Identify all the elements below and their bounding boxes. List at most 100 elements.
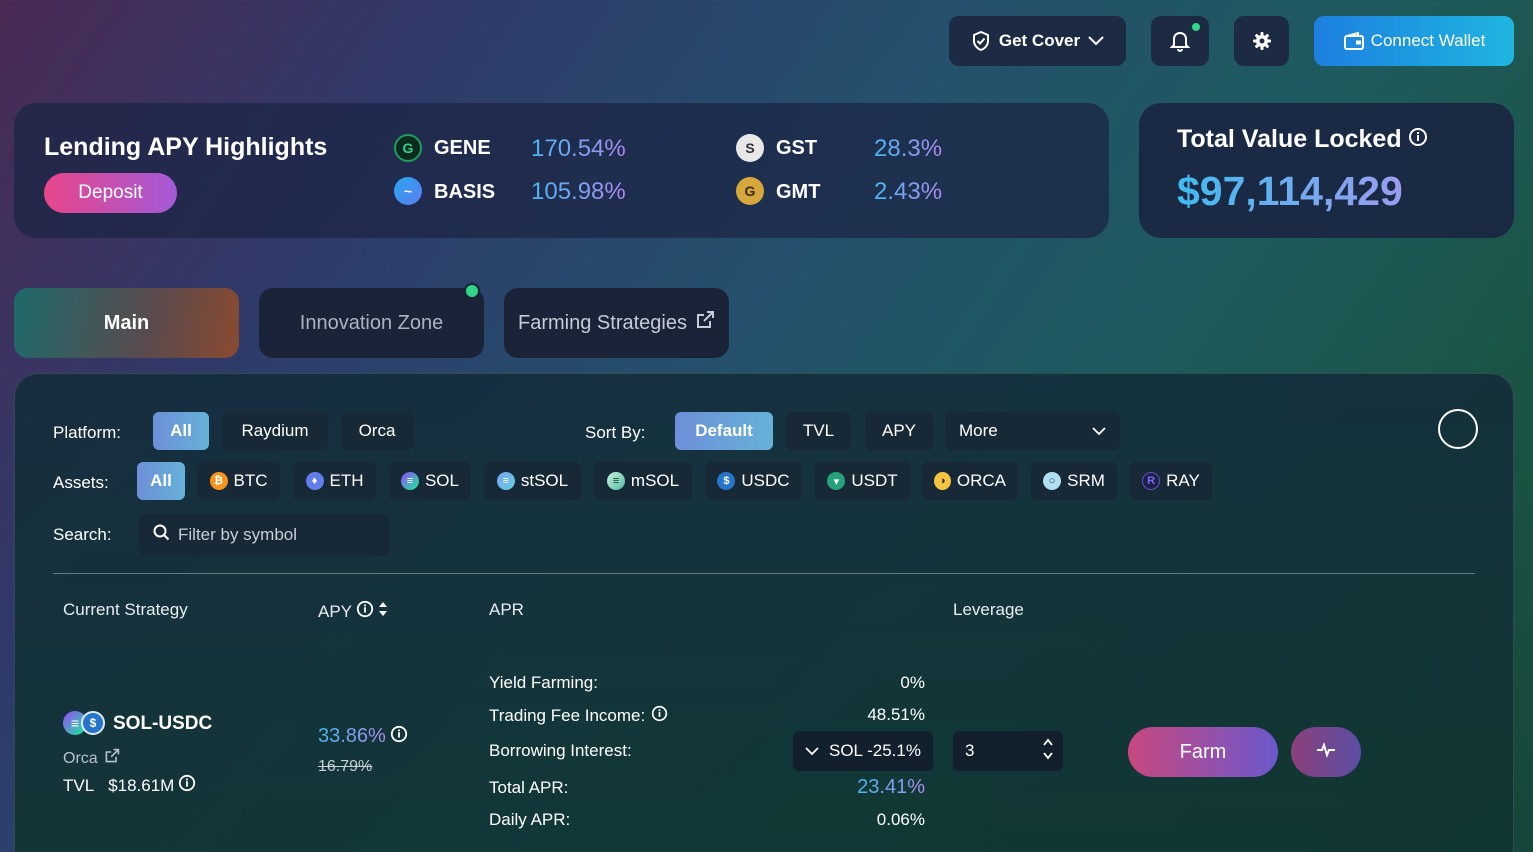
header-label: APR <box>489 600 524 619</box>
asset-label: stSOL <box>520 471 569 490</box>
apr-fee-label: Trading Fee Income: <box>489 706 646 725</box>
header-label: Leverage <box>953 600 1024 619</box>
info-icon[interactable] <box>1408 125 1428 154</box>
get-cover-label: Get Cover <box>998 31 1081 50</box>
sort-chip-apy[interactable]: APY <box>865 412 933 450</box>
eth-icon: ♦ <box>305 472 324 490</box>
strategy-platform: Orca <box>63 749 98 767</box>
search-placeholder: Filter by symbol <box>178 525 298 544</box>
analytics-button[interactable] <box>1291 727 1361 777</box>
asset-chip-usdc[interactable]: $ USDC <box>705 462 802 500</box>
header-apy[interactable]: APY <box>318 600 388 623</box>
new-indicator-dot <box>464 283 480 299</box>
token-symbol: GENE <box>434 137 491 159</box>
apr-yield-label: Yield Farming: <box>489 673 598 692</box>
asset-label: ORCA <box>956 471 1006 490</box>
pulse-icon <box>1316 741 1336 763</box>
asset-label: RAY <box>1166 471 1200 490</box>
lending-highlights-card: Lending APY Highlights Deposit G GENE 17… <box>14 103 1109 238</box>
search-input[interactable]: Filter by symbol <box>139 514 389 556</box>
asset-label: SOL <box>424 471 459 490</box>
tvl-title-row: Total Value Locked <box>1177 125 1428 154</box>
info-icon[interactable] <box>178 774 196 797</box>
platform-chip-orca[interactable]: Orca <box>341 412 413 450</box>
apy-old-value: 16.79% <box>318 758 373 775</box>
wallet-icon <box>1343 31 1365 51</box>
header-label: APY <box>318 601 353 621</box>
divider <box>53 573 1475 574</box>
asset-chip-ray[interactable]: R RAY <box>1130 462 1212 500</box>
asset-label: mSOL <box>630 471 680 490</box>
get-cover-button[interactable]: Get Cover <box>949 16 1126 66</box>
asset-chip-usdt[interactable]: ▾ USDT <box>815 462 910 500</box>
header-apr: APR <box>489 600 524 620</box>
deposit-button[interactable]: Deposit <box>44 173 177 213</box>
platform-chip-raydium[interactable]: Raydium <box>222 412 328 450</box>
tvl-card: Total Value Locked $97,114,429 <box>1139 103 1514 238</box>
token-apy: 2.43% <box>874 178 943 205</box>
info-icon[interactable] <box>356 600 374 623</box>
connect-wallet-button[interactable]: Connect Wallet <box>1314 16 1514 66</box>
info-icon[interactable] <box>651 705 668 727</box>
leverage-stepper[interactable]: 3 <box>953 731 1063 771</box>
external-link-icon <box>104 748 120 769</box>
notifications-button[interactable] <box>1151 16 1209 66</box>
info-icon[interactable] <box>390 725 408 748</box>
ray-icon: R <box>1142 472 1161 490</box>
asset-chip-btc[interactable]: ₿ BTC <box>197 462 280 500</box>
asset-chip-srm[interactable]: ○ SRM <box>1031 462 1117 500</box>
borrow-asset-select[interactable]: SOL -25.1% <box>793 731 933 771</box>
tab-main-label: Main <box>103 311 150 334</box>
btc-icon: ₿ <box>209 472 228 490</box>
asset-chip-all[interactable]: All <box>137 462 185 500</box>
tab-main[interactable]: Main <box>14 288 239 358</box>
notification-dot <box>1192 23 1200 31</box>
tab-farming-strategies[interactable]: Farming Strategies <box>504 288 729 358</box>
apr-daily-label: Daily APR: <box>489 810 571 829</box>
header-current-strategy: Current Strategy <box>63 600 188 620</box>
strategy-pair: SOL-USDC <box>113 713 213 734</box>
assets-label: Assets: <box>53 473 109 492</box>
apr-total-label: Total APR: <box>489 778 569 797</box>
sort-icon[interactable] <box>378 601 388 622</box>
header-leverage: Leverage <box>953 600 1024 620</box>
sort-more-select[interactable]: More <box>945 412 1120 450</box>
platform-chip-all[interactable]: All <box>153 412 209 450</box>
token-symbol: GMT <box>776 181 821 203</box>
asset-chip-orca[interactable]: ◑ ORCA <box>922 462 1018 500</box>
tab-innovation-zone[interactable]: Innovation Zone <box>259 283 484 358</box>
asset-label: USDC <box>741 471 790 490</box>
token-symbol: BASIS <box>434 181 496 203</box>
token-apy: 28.3% <box>874 135 943 162</box>
tvl-value: $97,114,429 <box>1177 168 1403 214</box>
refresh-spinner-icon[interactable] <box>1438 409 1478 449</box>
gmt-icon: G <box>736 177 764 205</box>
asset-chip-eth[interactable]: ♦ ETH <box>293 462 376 500</box>
farm-button[interactable]: Farm <box>1128 727 1278 777</box>
strategy-platform-link[interactable]: Orca <box>63 748 120 769</box>
highlights-title: Lending APY Highlights <box>44 133 328 161</box>
sort-chip-default[interactable]: Default <box>675 412 773 450</box>
chevron-down-icon <box>805 741 819 761</box>
sort-chip-tvl[interactable]: TVL <box>786 412 851 450</box>
asset-chip-stsol[interactable]: ≡ stSOL <box>484 462 581 500</box>
asset-chip-msol[interactable]: ≡ mSOL <box>594 462 692 500</box>
sort-more-label: More <box>959 421 998 440</box>
usdt-icon: ▾ <box>827 472 846 490</box>
tvl-title: Total Value Locked <box>1177 125 1402 153</box>
connect-wallet-label: Connect Wallet <box>1370 31 1486 50</box>
strategy-tvl: TVL $18.61M <box>63 774 196 797</box>
tvl-label: TVL <box>63 775 95 795</box>
token-apy: 105.98% <box>531 178 626 205</box>
shield-check-icon <box>971 30 991 52</box>
search-label: Search: <box>53 525 112 544</box>
usdc-icon: $ <box>717 472 736 490</box>
stepper-arrows-icon[interactable] <box>1043 738 1053 765</box>
platform-label: Platform: <box>53 423 122 442</box>
token-symbol: GST <box>776 137 818 159</box>
stsol-icon: ≡ <box>496 472 515 490</box>
sort-by-label: Sort By: <box>585 423 646 442</box>
settings-button[interactable] <box>1234 16 1289 66</box>
apr-fee-value: 48.51% <box>867 705 925 724</box>
asset-chip-sol[interactable]: ≡ SOL <box>389 462 471 500</box>
